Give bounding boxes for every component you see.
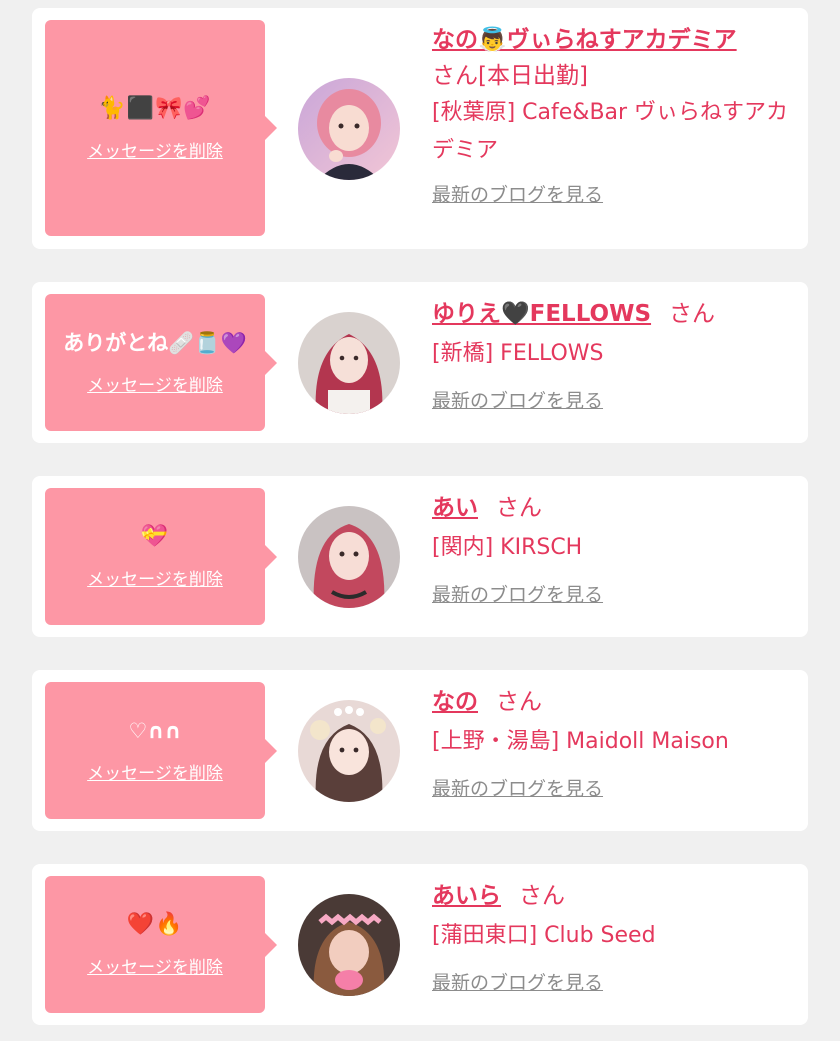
shop-label: [蒲田東口] Club Seed bbox=[432, 923, 656, 948]
message-bubble: 🐈⬛🎀💕 メッセージを削除 bbox=[45, 20, 277, 236]
message-bubble: ♡∩∩ メッセージを削除 bbox=[45, 682, 277, 819]
delete-message-link[interactable]: メッセージを削除 bbox=[87, 759, 223, 784]
honorific-label: さん[本日出勤] bbox=[432, 63, 588, 89]
latest-blog-link[interactable]: 最新のブログを見る bbox=[432, 180, 603, 207]
girl-info: あいら さん [蒲田東口] Club Seed 最新のブログを見る bbox=[432, 878, 794, 995]
favorite-card: ❤️🔥 メッセージを削除 あいら さん [蒲田東口] Club Seed 最新のブ… bbox=[32, 864, 808, 1025]
latest-blog-link[interactable]: 最新のブログを見る bbox=[432, 386, 603, 413]
avatar[interactable] bbox=[298, 506, 400, 608]
delete-message-link[interactable]: メッセージを削除 bbox=[87, 371, 223, 396]
message-text: 🐈⬛🎀💕 bbox=[98, 95, 212, 121]
girl-info: なの👼ヴぃらねすアカデミア さん[本日出勤] [秋葉原] Cafe&Bar ヴぃ… bbox=[432, 22, 794, 207]
shop-label: [関内] KIRSCH bbox=[432, 535, 583, 560]
favorite-card: ♡∩∩ メッセージを削除 なの さん [上野・湯島] Maidoll Maison bbox=[32, 670, 808, 831]
girl-info: ゆりえ🖤FELLOWS さん [新橋] FELLOWS 最新のブログを見る bbox=[432, 296, 794, 413]
favorite-card: ありがとね🩹🫙💜 メッセージを削除 ゆりえ🖤FELLOWS さん [新橋] FEL… bbox=[32, 282, 808, 443]
message-text: ❤️🔥 bbox=[126, 912, 184, 937]
latest-blog-link[interactable]: 最新のブログを見る bbox=[432, 580, 603, 607]
message-text: ♡∩∩ bbox=[128, 719, 182, 743]
honorific-label: さん bbox=[519, 883, 565, 909]
girl-name-link[interactable]: なの bbox=[432, 689, 478, 715]
shop-label: [新橋] FELLOWS bbox=[432, 341, 604, 366]
girl-name-link[interactable]: ゆりえ🖤FELLOWS bbox=[432, 301, 651, 327]
delete-message-link[interactable]: メッセージを削除 bbox=[87, 953, 223, 978]
avatar[interactable] bbox=[298, 894, 400, 996]
avatar[interactable] bbox=[298, 78, 400, 180]
shop-label: [秋葉原] Cafe&Bar ヴぃらねすアカデミア bbox=[432, 100, 789, 163]
girl-name-link[interactable]: あい bbox=[432, 495, 478, 521]
message-bubble: ❤️🔥 メッセージを削除 bbox=[45, 876, 277, 1013]
latest-blog-link[interactable]: 最新のブログを見る bbox=[432, 968, 603, 995]
message-text: ありがとね🩹🫙💜 bbox=[63, 331, 247, 355]
shop-label: [上野・湯島] Maidoll Maison bbox=[432, 729, 729, 754]
honorific-label: さん bbox=[669, 301, 716, 327]
favorite-card: 🐈⬛🎀💕 メッセージを削除 なの👼ヴぃらねすアカデミア さん[本日出勤] [秋葉… bbox=[32, 8, 808, 249]
girl-name-link[interactable]: なの👼ヴぃらねすアカデミア bbox=[432, 27, 737, 53]
delete-message-link[interactable]: メッセージを削除 bbox=[87, 565, 223, 590]
avatar[interactable] bbox=[298, 312, 400, 414]
latest-blog-link[interactable]: 最新のブログを見る bbox=[432, 774, 603, 801]
favorite-card: 💝 メッセージを削除 あい さん [関内] KIRSCH 最新のブログを見る bbox=[32, 476, 808, 637]
honorific-label: さん bbox=[496, 689, 542, 715]
delete-message-link[interactable]: メッセージを削除 bbox=[87, 137, 223, 162]
avatar[interactable] bbox=[298, 700, 400, 802]
girl-info: あい さん [関内] KIRSCH 最新のブログを見る bbox=[432, 490, 794, 607]
message-text: 💝 bbox=[140, 524, 170, 549]
honorific-label: さん bbox=[496, 495, 542, 521]
message-bubble: 💝 メッセージを削除 bbox=[45, 488, 277, 625]
message-bubble: ありがとね🩹🫙💜 メッセージを削除 bbox=[45, 294, 277, 431]
girl-name-link[interactable]: あいら bbox=[432, 883, 501, 909]
favorite-girls-list: 🐈⬛🎀💕 メッセージを削除 なの👼ヴぃらねすアカデミア さん[本日出勤] [秋葉… bbox=[0, 0, 840, 1041]
girl-info: なの さん [上野・湯島] Maidoll Maison 最新のブログを見る bbox=[432, 684, 794, 801]
